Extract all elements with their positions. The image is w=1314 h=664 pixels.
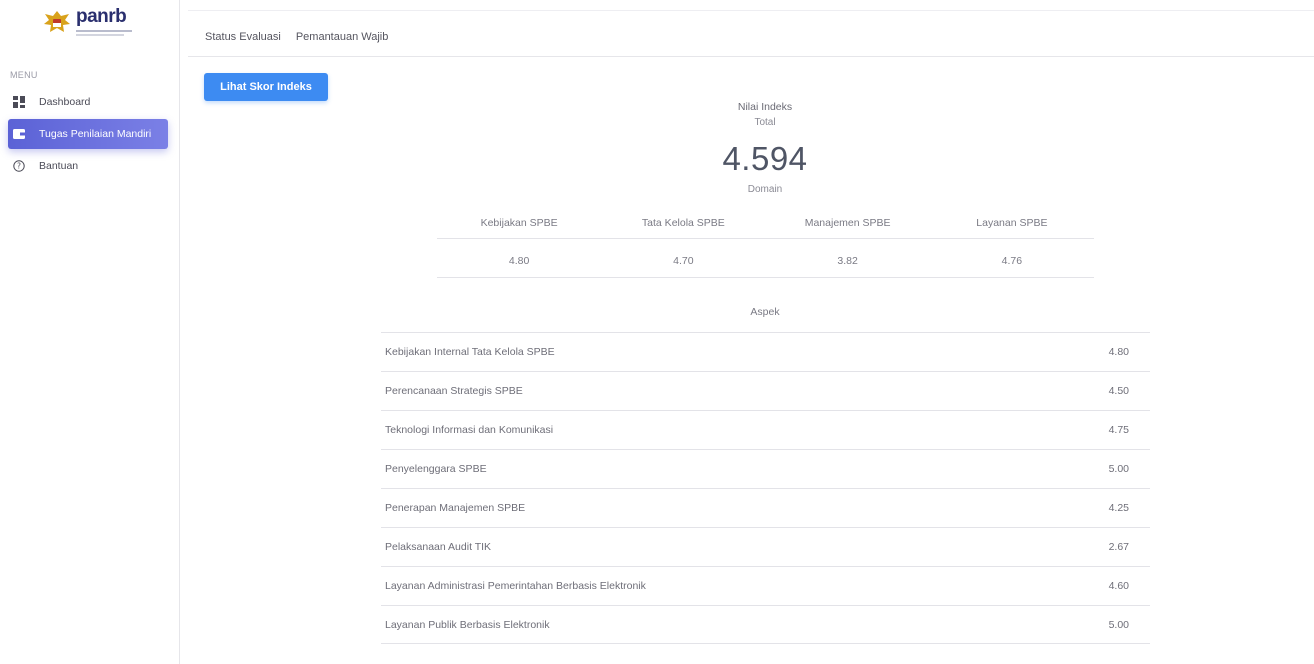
sidebar-item-label: Bantuan — [39, 160, 79, 172]
aspek-name: Kebijakan Internal Tata Kelola SPBE — [385, 346, 555, 358]
sidebar-item-tugas-penilaian-mandiri[interactable]: Tugas Penilaian Mandiri — [8, 119, 168, 149]
brand-name: panrb — [76, 6, 127, 27]
table-row: Layanan Administrasi Pemerintahan Berbas… — [381, 566, 1150, 605]
domain-value-row: 4.80 4.70 3.82 4.76 — [437, 246, 1094, 276]
sidebar: panrb MENU Dashboard Tugas Penilaian Man… — [0, 0, 180, 664]
dashboard-icon — [13, 96, 25, 108]
logo-tagline-line — [76, 30, 132, 32]
domain-header-layanan: Layanan SPBE — [976, 217, 1048, 229]
tab-status-evaluasi[interactable]: Status Evaluasi — [205, 31, 281, 43]
sidebar-item-dashboard[interactable]: Dashboard — [8, 88, 168, 116]
aspek-value: 5.00 — [1108, 618, 1129, 631]
menu-heading: MENU — [10, 70, 38, 80]
domain-title: Domain — [747, 184, 783, 195]
table-row: Perencanaan Strategis SPBE 4.50 — [381, 371, 1150, 410]
table-row: Pelaksanaan Audit TIK 2.67 — [381, 527, 1150, 566]
lihat-skor-indeks-button[interactable]: Lihat Skor Indeks — [204, 73, 328, 101]
tab-pemantauan-wajib[interactable]: Pemantauan Wajib — [296, 31, 389, 43]
app-root: panrb MENU Dashboard Tugas Penilaian Man… — [0, 0, 1314, 664]
aspek-title: Aspek — [750, 306, 780, 318]
aspek-name: Layanan Administrasi Pemerintahan Berbas… — [385, 580, 646, 592]
index-subtitle: Total — [754, 117, 776, 128]
domain-value-kebijakan: 4.80 — [508, 255, 530, 267]
aspek-name: Layanan Publik Berbasis Elektronik — [385, 618, 550, 631]
table-row: Penerapan Manajemen SPBE 4.25 — [381, 488, 1150, 527]
domain-header-tata-kelola: Tata Kelola SPBE — [641, 217, 725, 229]
aspek-value: 2.67 — [1108, 541, 1129, 553]
sidebar-item-bantuan[interactable]: ? Bantuan — [8, 152, 168, 180]
aspek-value: 4.75 — [1108, 424, 1129, 436]
aspek-name: Penerapan Manajemen SPBE — [385, 502, 526, 514]
garuda-emblem-icon — [44, 11, 70, 32]
domain-value-layanan: 4.76 — [1001, 255, 1023, 267]
domain-header-manajemen: Manajemen SPBE — [804, 217, 891, 229]
aspek-name: Penyelenggara SPBE — [385, 463, 487, 475]
logo-tagline-line — [76, 34, 124, 36]
wallet-icon — [13, 128, 25, 140]
index-total-value: 4.594 — [722, 140, 808, 177]
domain-header-row: Kebijakan SPBE Tata Kelola SPBE Manajeme… — [437, 208, 1094, 238]
tab-divider — [188, 56, 1314, 57]
domain-value-manajemen: 3.82 — [837, 255, 858, 267]
aspek-value: 4.60 — [1108, 580, 1129, 592]
aspek-table: Kebijakan Internal Tata Kelola SPBE 4.80… — [381, 332, 1150, 644]
top-divider — [188, 10, 1314, 11]
aspek-value: 4.50 — [1108, 385, 1129, 397]
aspek-name: Pelaksanaan Audit TIK — [385, 541, 492, 553]
table-row: Layanan Publik Berbasis Elektronik 5.00 — [381, 605, 1150, 644]
domain-header-kebijakan: Kebijakan SPBE — [480, 217, 558, 229]
table-row: Kebijakan Internal Tata Kelola SPBE 4.80 — [381, 332, 1150, 371]
svg-text:?: ? — [17, 162, 21, 171]
domain-divider — [437, 238, 1094, 239]
help-icon: ? — [13, 160, 25, 172]
aspek-value: 5.00 — [1108, 463, 1129, 475]
aspek-name: Teknologi Informasi dan Komunikasi — [385, 424, 554, 436]
aspek-value: 4.25 — [1108, 502, 1129, 514]
logo[interactable]: panrb — [42, 6, 142, 38]
aspek-value: 4.80 — [1108, 346, 1129, 358]
tab-bar: Status Evaluasi Pemantauan Wajib — [205, 31, 388, 43]
table-row: Penyelenggara SPBE 5.00 — [381, 449, 1150, 488]
domain-divider — [437, 277, 1094, 278]
aspek-name: Perencanaan Strategis SPBE — [385, 385, 523, 397]
table-row: Teknologi Informasi dan Komunikasi 4.75 — [381, 410, 1150, 449]
sidebar-item-label: Dashboard — [39, 96, 91, 108]
domain-value-tata-kelola: 4.70 — [673, 255, 694, 267]
sidebar-item-label: Tugas Penilaian Mandiri — [39, 128, 152, 140]
index-title: Nilai Indeks — [737, 101, 793, 113]
